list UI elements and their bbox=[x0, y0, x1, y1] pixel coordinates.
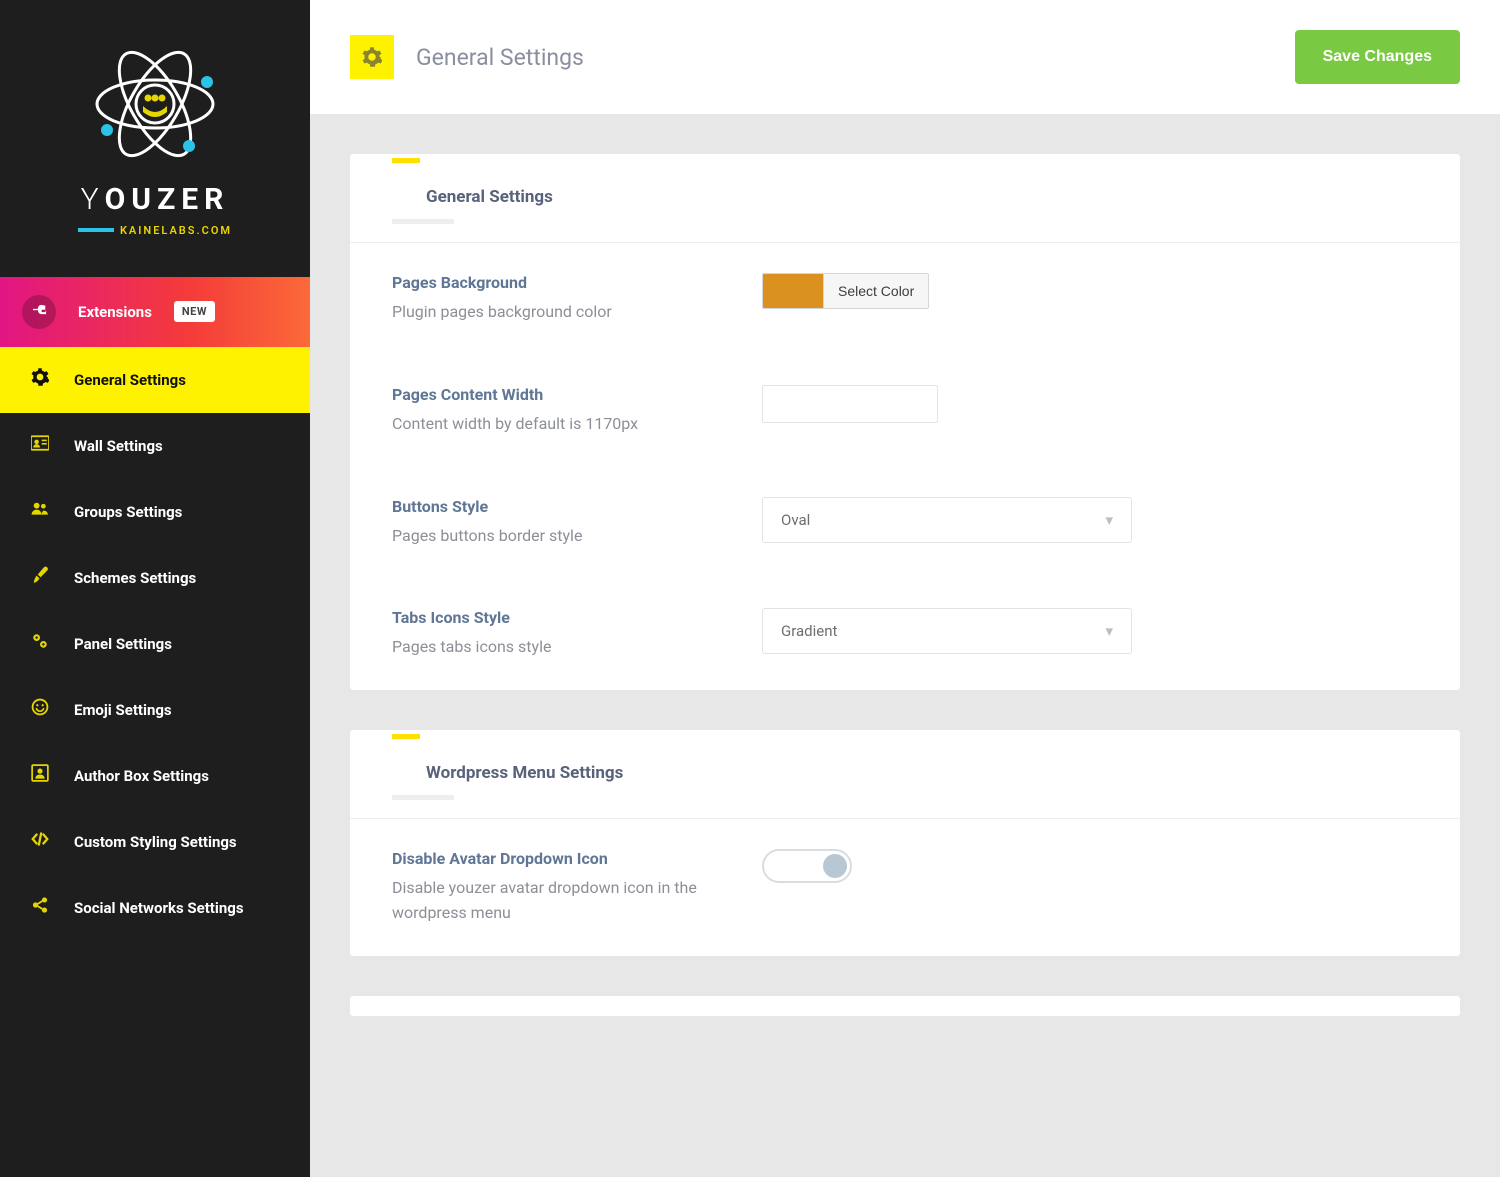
plug-icon bbox=[22, 295, 56, 329]
toggle-knob bbox=[823, 854, 847, 878]
page-title: General Settings bbox=[416, 44, 584, 71]
sidebar-item-label: Custom Styling Settings bbox=[74, 833, 237, 851]
tabs-icons-select[interactable]: Gradient ▾ bbox=[762, 608, 1132, 654]
sidebar-item-label: Panel Settings bbox=[74, 635, 172, 653]
field-label: Tabs Icons Style bbox=[392, 608, 722, 627]
field-desc: Plugin pages background color bbox=[392, 300, 722, 325]
sidebar-nav: Extensions NEW General Settings Wall Set… bbox=[0, 277, 310, 941]
code-icon bbox=[28, 830, 52, 853]
sidebar-item-label: Groups Settings bbox=[74, 503, 182, 521]
field-label: Pages Content Width bbox=[392, 385, 722, 404]
section-title: Wordpress Menu Settings bbox=[392, 763, 1418, 783]
brand-name: YOUZER bbox=[20, 182, 290, 217]
gear-icon bbox=[28, 368, 52, 391]
color-picker: Select Color bbox=[762, 273, 929, 309]
field-desc: Content width by default is 1170px bbox=[392, 412, 722, 437]
field-tabs-icons-style: Tabs Icons Style Pages tabs icons style … bbox=[350, 578, 1460, 690]
atom-logo-icon bbox=[85, 40, 225, 168]
users-icon bbox=[28, 500, 52, 523]
sidebar-item-emoji-settings[interactable]: Emoji Settings bbox=[0, 677, 310, 743]
paint-brush-icon bbox=[28, 566, 52, 589]
sidebar-item-label: Social Networks Settings bbox=[74, 899, 244, 917]
sidebar-item-panel-settings[interactable]: Panel Settings bbox=[0, 611, 310, 677]
sidebar-item-label: Wall Settings bbox=[74, 437, 163, 455]
select-value: Oval bbox=[781, 511, 810, 529]
sidebar-item-wall-settings[interactable]: Wall Settings bbox=[0, 413, 310, 479]
select-value: Gradient bbox=[781, 622, 837, 640]
buttons-style-select[interactable]: Oval ▾ bbox=[762, 497, 1132, 543]
sidebar-item-label: Author Box Settings bbox=[74, 767, 209, 785]
sidebar-item-social-networks-settings[interactable]: Social Networks Settings bbox=[0, 875, 310, 941]
sidebar-item-label: General Settings bbox=[74, 371, 186, 389]
field-label: Disable Avatar Dropdown Icon bbox=[392, 849, 722, 868]
section-title: General Settings bbox=[392, 187, 1418, 207]
id-card-icon bbox=[28, 434, 52, 457]
color-swatch[interactable] bbox=[763, 274, 823, 308]
author-box-icon bbox=[28, 764, 52, 787]
page-header: General Settings Save Changes bbox=[310, 0, 1500, 114]
new-badge: NEW bbox=[174, 301, 215, 322]
field-desc: Pages tabs icons style bbox=[392, 635, 722, 660]
content-width-input[interactable] bbox=[762, 385, 938, 423]
sidebar-item-general-settings[interactable]: General Settings bbox=[0, 347, 310, 413]
save-button[interactable]: Save Changes bbox=[1295, 30, 1460, 84]
sidebar-item-extensions[interactable]: Extensions NEW bbox=[0, 277, 310, 347]
card-wordpress-menu-settings: Wordpress Menu Settings Disable Avatar D… bbox=[350, 730, 1460, 956]
sidebar: YOUZER KAINELABS.COM Extensions NEW Gene… bbox=[0, 0, 310, 1177]
sidebar-item-groups-settings[interactable]: Groups Settings bbox=[0, 479, 310, 545]
chevron-down-icon: ▾ bbox=[1105, 622, 1113, 640]
card-general-settings: General Settings Pages Background Plugin… bbox=[350, 154, 1460, 690]
field-buttons-style: Buttons Style Pages buttons border style… bbox=[350, 467, 1460, 579]
select-color-button[interactable]: Select Color bbox=[823, 274, 928, 308]
brand-accent-bar bbox=[78, 228, 114, 232]
sidebar-item-schemes-settings[interactable]: Schemes Settings bbox=[0, 545, 310, 611]
field-desc: Disable youzer avatar dropdown icon in t… bbox=[392, 876, 722, 926]
gear-icon bbox=[350, 35, 394, 79]
field-pages-content-width: Pages Content Width Content width by def… bbox=[350, 355, 1460, 467]
sidebar-item-label: Schemes Settings bbox=[74, 569, 196, 587]
brand-logo: YOUZER KAINELABS.COM bbox=[0, 4, 310, 277]
sidebar-item-label: Emoji Settings bbox=[74, 701, 172, 719]
sidebar-item-author-box-settings[interactable]: Author Box Settings bbox=[0, 743, 310, 809]
field-disable-avatar-dropdown: Disable Avatar Dropdown Icon Disable you… bbox=[350, 819, 1460, 956]
share-icon bbox=[28, 896, 52, 919]
card-next bbox=[350, 996, 1460, 1016]
gears-icon bbox=[28, 632, 52, 655]
disable-avatar-toggle[interactable] bbox=[762, 849, 852, 883]
sidebar-item-label: Extensions bbox=[78, 303, 152, 321]
brand-subtitle: KAINELABS.COM bbox=[120, 224, 232, 237]
field-label: Buttons Style bbox=[392, 497, 722, 516]
sidebar-item-custom-styling-settings[interactable]: Custom Styling Settings bbox=[0, 809, 310, 875]
chevron-down-icon: ▾ bbox=[1105, 511, 1113, 529]
field-pages-background: Pages Background Plugin pages background… bbox=[350, 243, 1460, 355]
smile-icon bbox=[28, 698, 52, 721]
field-label: Pages Background bbox=[392, 273, 722, 292]
field-desc: Pages buttons border style bbox=[392, 524, 722, 549]
